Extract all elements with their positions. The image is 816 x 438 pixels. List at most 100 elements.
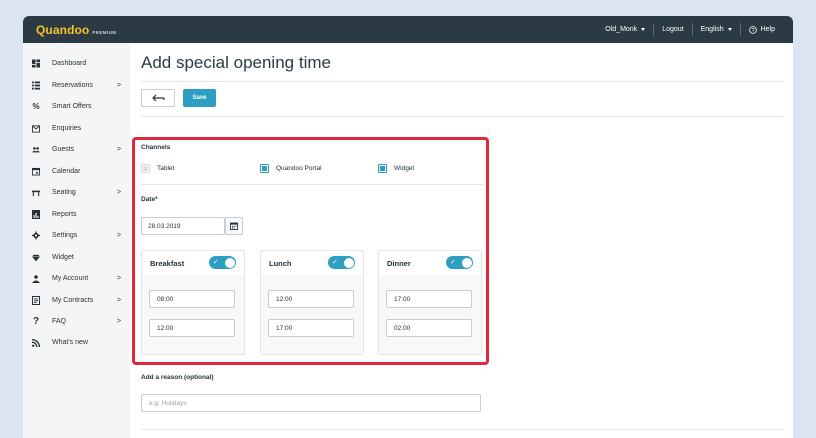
sidebar-item-settings[interactable]: Settings > bbox=[23, 225, 130, 246]
help-link[interactable]: ? Help bbox=[741, 23, 783, 37]
language-menu[interactable]: English bbox=[693, 23, 740, 37]
sidebar-item-label: FAQ bbox=[52, 318, 67, 325]
divider bbox=[141, 116, 783, 117]
meal-body: 12:00 17:00 bbox=[261, 275, 363, 354]
checkbox-widget[interactable] bbox=[378, 164, 387, 173]
checkbox-mark bbox=[143, 166, 148, 171]
checkbox-quandoo-portal[interactable] bbox=[260, 164, 269, 173]
help-label: Help bbox=[760, 26, 775, 33]
checkbox-mark bbox=[380, 166, 385, 171]
sidebar-item-label: My Contracts bbox=[52, 297, 94, 304]
checkbox-tablet[interactable] bbox=[141, 164, 150, 173]
report-icon bbox=[32, 210, 40, 219]
rss-icon bbox=[32, 338, 40, 347]
meal-panel-breakfast: Breakfast ✓ 08:00 12:00 bbox=[141, 250, 245, 355]
reason-label: Add a reason (optional) bbox=[141, 374, 214, 381]
sidebar-item-faq[interactable]: ? FAQ > bbox=[23, 311, 130, 332]
time-from-input[interactable]: 12:00 bbox=[268, 290, 354, 308]
check-icon: ✓ bbox=[332, 258, 338, 266]
percent-icon: % bbox=[32, 101, 40, 111]
toggle-knob bbox=[343, 257, 354, 268]
time-from-input[interactable]: 17:00 bbox=[386, 290, 472, 308]
sidebar-item-label: Reports bbox=[52, 211, 77, 218]
sidebar: Dashboard Reservations > % Smart Offers … bbox=[23, 43, 130, 438]
channel-tablet[interactable]: Tablet bbox=[141, 164, 174, 173]
top-nav: Old_Monk Logout English ? Help bbox=[597, 16, 783, 43]
divider bbox=[141, 429, 783, 430]
sidebar-item-label: Reservations bbox=[52, 82, 93, 89]
document-icon bbox=[32, 296, 40, 305]
back-button[interactable] bbox=[141, 89, 175, 107]
channel-label: Quandoo Portal bbox=[276, 165, 322, 172]
save-button[interactable]: Save bbox=[183, 89, 216, 107]
sidebar-item-label: My Account bbox=[52, 275, 89, 282]
channels-label: Channels bbox=[141, 144, 171, 151]
time-from-input[interactable]: 08:00 bbox=[149, 290, 235, 308]
sidebar-item-dashboard[interactable]: Dashboard bbox=[23, 53, 130, 74]
meal-body: 08:00 12:00 bbox=[142, 275, 244, 354]
sidebar-item-label: Seating bbox=[52, 189, 76, 196]
time-to-input[interactable]: 02:00 bbox=[386, 319, 472, 337]
toggle-dinner[interactable]: ✓ bbox=[446, 256, 473, 269]
sidebar-item-label: Calendar bbox=[52, 168, 81, 175]
main-content: Add special opening time Save Channels T… bbox=[130, 43, 793, 438]
sidebar-item-label: Dashboard bbox=[52, 60, 87, 67]
sidebar-item-my-contracts[interactable]: My Contracts > bbox=[23, 290, 130, 311]
date-input[interactable]: 28.03.2019 bbox=[141, 217, 225, 235]
dashboard-icon bbox=[32, 59, 40, 68]
sidebar-item-calendar[interactable]: Calendar bbox=[23, 161, 130, 182]
channel-widget[interactable]: Widget bbox=[378, 164, 414, 173]
divider bbox=[141, 184, 483, 185]
meal-header: Breakfast ✓ bbox=[142, 251, 244, 275]
check-icon: ✓ bbox=[213, 258, 219, 266]
logo-tier: PREMIUM bbox=[92, 29, 117, 35]
sidebar-item-my-account[interactable]: My Account > bbox=[23, 268, 130, 289]
chevron-right-icon: > bbox=[116, 189, 121, 196]
sidebar-item-reservations[interactable]: Reservations > bbox=[23, 75, 130, 96]
caret-down-icon bbox=[641, 28, 646, 31]
channel-label: Tablet bbox=[157, 165, 175, 172]
sidebar-item-whats-new[interactable]: What's new bbox=[23, 332, 130, 353]
toggle-breakfast[interactable]: ✓ bbox=[209, 256, 236, 269]
arrow-left-icon bbox=[152, 94, 165, 102]
meal-name: Breakfast bbox=[150, 258, 185, 268]
chevron-right-icon: > bbox=[116, 232, 121, 239]
calendar-button[interactable] bbox=[225, 217, 243, 235]
date-label: Date* bbox=[141, 196, 158, 203]
calendar-icon bbox=[230, 222, 238, 230]
chevron-right-icon: > bbox=[116, 297, 121, 304]
meal-panel-dinner: Dinner ✓ 17:00 02:00 bbox=[378, 250, 482, 355]
calendar-icon bbox=[32, 167, 40, 176]
svg-text:?: ? bbox=[751, 27, 754, 33]
sidebar-item-enquiries[interactable]: Enquiries bbox=[23, 118, 130, 139]
people-icon bbox=[32, 146, 40, 154]
toggle-knob bbox=[461, 257, 472, 268]
sidebar-item-smart-offers[interactable]: % Smart Offers bbox=[23, 96, 130, 117]
logo[interactable]: Quandoo PREMIUM bbox=[36, 23, 116, 37]
chevron-right-icon: > bbox=[116, 82, 121, 89]
envelope-icon bbox=[32, 124, 40, 133]
toggle-lunch[interactable]: ✓ bbox=[328, 256, 355, 269]
caret-down-icon bbox=[727, 28, 732, 31]
time-to-input[interactable]: 12:00 bbox=[149, 319, 235, 337]
sidebar-item-seating[interactable]: Seating > bbox=[23, 182, 130, 203]
time-to-input[interactable]: 17:00 bbox=[268, 319, 354, 337]
sidebar-item-guests[interactable]: Guests > bbox=[23, 139, 130, 160]
check-icon: ✓ bbox=[450, 258, 456, 266]
meal-header: Dinner ✓ bbox=[379, 251, 481, 275]
sidebar-item-label: Guests bbox=[52, 146, 75, 153]
meal-name: Lunch bbox=[269, 258, 292, 268]
person-icon bbox=[32, 274, 40, 283]
sidebar-item-widget[interactable]: Widget bbox=[23, 247, 130, 268]
help-icon: ? bbox=[748, 25, 757, 33]
channel-quandoo-portal[interactable]: Quandoo Portal bbox=[260, 164, 322, 173]
chevron-right-icon: > bbox=[116, 146, 121, 153]
logout-link[interactable]: Logout bbox=[654, 23, 691, 37]
divider bbox=[141, 81, 783, 82]
user-menu[interactable]: Old_Monk bbox=[597, 23, 653, 37]
diamond-icon bbox=[32, 254, 40, 262]
reason-input[interactable]: e.g. Holidays bbox=[141, 394, 481, 412]
sidebar-item-reports[interactable]: Reports bbox=[23, 204, 130, 225]
app-window: Quandoo PREMIUM Old_Monk Logout English … bbox=[23, 16, 793, 438]
table-icon bbox=[32, 189, 40, 197]
